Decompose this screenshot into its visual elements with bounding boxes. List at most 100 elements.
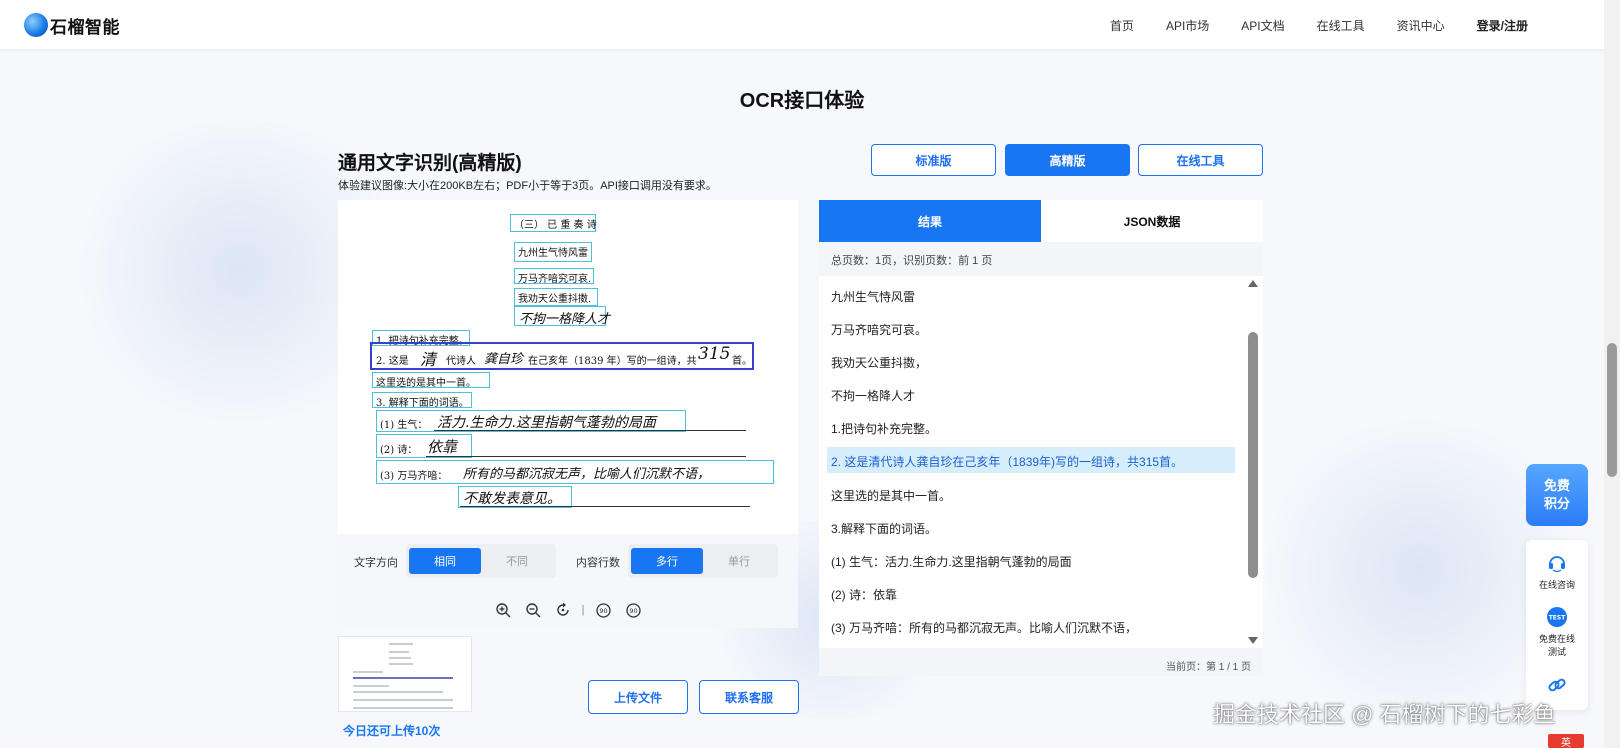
thumbnail-line [353, 699, 453, 701]
logo[interactable]: 石榴智能 [24, 12, 120, 38]
document-preview[interactable]: （三） 已 重 奏 诗 九州生气恃风雷 万马齐喑究可哀. 我劝天公重抖擞. 不拘… [338, 200, 798, 534]
rows-label: 内容行数 [576, 557, 620, 569]
login-register-link[interactable]: 登录/注册 [1477, 17, 1528, 34]
direction-different-option[interactable]: 不同 [481, 548, 553, 574]
result-line[interactable]: 万马齐喑究可哀。 [827, 315, 1235, 341]
rows-toggle: 多行 单行 [628, 544, 778, 578]
online-consult-label: 在线咨询 [1538, 580, 1575, 590]
rotate-icon[interactable] [554, 601, 572, 619]
zoom-in-icon[interactable] [494, 601, 512, 619]
zoom-toolbar: | 90 90 [338, 592, 798, 628]
free-online-test-button[interactable]: TEST 免费在线 测试 [1526, 606, 1588, 658]
result-line[interactable]: 我劝天公重抖擞， [827, 348, 1235, 374]
online-tool-button[interactable]: 在线工具 [1138, 144, 1263, 176]
thumbnail-line [389, 657, 411, 659]
link-icon [1546, 674, 1568, 696]
result-line[interactable]: 3.解释下面的词语。 [827, 514, 1235, 540]
nav-news[interactable]: 资讯中心 [1397, 17, 1445, 34]
nav-api-docs[interactable]: API文档 [1241, 17, 1284, 34]
scroll-down-arrow-icon[interactable] [1248, 637, 1258, 644]
section-title: 通用文字识别(高精版) [338, 153, 522, 174]
floating-toolbar: 在线咨询 TEST 免费在线 测试 [1526, 540, 1588, 710]
tab-json-data[interactable]: JSON数据 [1041, 200, 1263, 242]
result-line-highlighted[interactable]: 2. 这是清代诗人龚自珍在己亥年（1839年)写的一组诗，共315首。 [827, 447, 1235, 473]
ocr-box: (2) 诗： 依靠 [376, 434, 472, 458]
thumbnail-line [353, 707, 453, 709]
rows-single-option[interactable]: 单行 [703, 548, 775, 574]
result-panel: 结果 JSON数据 总页数：1页，识别页数：前 1 页 九州生气恃风雷 万马齐喑… [819, 200, 1263, 676]
top-header: 石榴智能 首页 API市场 API文档 在线工具 资讯中心 登录/注册 [0, 0, 1604, 50]
direction-label: 文字方向 [354, 557, 398, 569]
answer-underline [434, 430, 746, 431]
page-scrollbar[interactable] [1604, 0, 1620, 748]
watermark: 掘金技术社区 @ 石榴树下的七彩鱼 [1213, 702, 1556, 727]
result-scrollbar[interactable] [1247, 276, 1259, 648]
ocr-box: (1) 生气： 活力.生命力.这里指朝气蓬勃的局面 [376, 410, 686, 432]
ocr-box: 不拘一格降人才 [514, 306, 610, 327]
ocr-box: 我劝天公重抖擞. [514, 288, 598, 306]
result-line[interactable]: 九州生气恃风雷 [827, 282, 1235, 308]
free-credit-label: 免费 积分 [1543, 478, 1570, 511]
main-nav: 首页 API市场 API文档 在线工具 资讯中心 登录/注册 [1078, 0, 1528, 50]
rotate-right-label: 90 [629, 607, 637, 615]
recognition-options: 文字方向 相同 不同 内容行数 多行 单行 [338, 534, 798, 592]
thumbnail-line [389, 643, 413, 645]
high-precision-button[interactable]: 高精版 [1005, 144, 1130, 176]
ocr-box: 万马齐喑究可哀. [514, 268, 594, 285]
ocr-box: (3) 万马齐喑： 所有的马都沉寂无声，比喻人们沉默不语， [376, 460, 774, 484]
result-text-list[interactable]: 九州生气恃风雷 万马齐喑究可哀。 我劝天公重抖擞， 不拘一格降人才 1.把诗句补… [819, 276, 1263, 648]
ocr-box: （三） 已 重 奏 诗 [510, 214, 597, 232]
rotate-right-90-icon[interactable]: 90 [624, 601, 642, 619]
thumbnail-line [353, 685, 389, 687]
answer-underline [426, 456, 746, 457]
result-line[interactable]: 不拘一格降人才 [827, 381, 1235, 407]
online-consult-button[interactable]: 在线咨询 [1526, 552, 1588, 591]
scroll-up-arrow-icon[interactable] [1248, 280, 1258, 287]
image-preview-panel: （三） 已 重 奏 诗 九州生气恃风雷 万马齐喑究可哀. 我劝天公重抖擞. 不拘… [338, 200, 798, 628]
page-title: OCR接口体验 [739, 90, 865, 112]
headset-icon [1546, 552, 1568, 574]
rows-multi-option[interactable]: 多行 [631, 548, 703, 574]
zoom-out-icon[interactable] [524, 601, 542, 619]
ocr-box: 九州生气恃风雷 [514, 242, 592, 262]
result-line[interactable]: (1) 生气：活力.生命力.这里指朝气蓬勃的局面 [827, 547, 1235, 573]
direction-toggle: 相同 不同 [406, 544, 556, 578]
logo-text: 石榴智能 [50, 17, 120, 37]
answer-underline [460, 506, 750, 507]
thumbnail-line [389, 663, 413, 665]
result-scrollbar-thumb[interactable] [1248, 332, 1258, 578]
direction-same-option[interactable]: 相同 [409, 548, 481, 574]
result-tabs: 结果 JSON数据 [819, 200, 1263, 242]
page-scrollbar-thumb[interactable] [1607, 343, 1617, 477]
rotate-left-label: 90 [599, 607, 607, 615]
page-summary: 总页数：1页，识别页数：前 1 页 [819, 242, 1263, 276]
thumbnail-line [353, 677, 453, 679]
ime-language-badge[interactable]: 英 [1548, 734, 1584, 748]
toolbar-separator: | [581, 604, 585, 616]
ocr-box: 这里选的是其中一首。 [372, 372, 490, 389]
page-thumbnail[interactable] [338, 636, 472, 712]
logo-icon [24, 13, 48, 37]
nav-api-market[interactable]: API市场 [1166, 17, 1209, 34]
nav-home[interactable]: 首页 [1110, 17, 1134, 34]
thumbnail-line [389, 651, 409, 653]
result-line[interactable]: 这里选的是其中一首。 [827, 481, 1235, 507]
page-indicator: 当前页：第 1 / 1 页 [819, 648, 1263, 676]
result-line[interactable]: (3) 万马齐喑：所有的马都沉寂无声。比喻人们沉默不语， [827, 613, 1235, 639]
rotate-left-90-icon[interactable]: 90 [594, 601, 612, 619]
free-online-test-label: 免费在线 测试 [1538, 634, 1575, 657]
result-line[interactable]: 1.把诗句补充完整。 [827, 414, 1235, 440]
nav-online-tools[interactable]: 在线工具 [1317, 17, 1365, 34]
test-badge-text: TEST [1549, 615, 1567, 622]
upload-file-button[interactable]: 上传文件 [588, 680, 688, 714]
standard-version-button[interactable]: 标准版 [871, 144, 996, 176]
upload-quota-text: 今日还可上传10次 [343, 724, 441, 738]
tab-result[interactable]: 结果 [819, 200, 1041, 242]
contact-support-button[interactable]: 联系客服 [699, 680, 799, 714]
free-credit-button[interactable]: 免费 积分 [1526, 464, 1588, 526]
thumbnail-line [353, 691, 443, 693]
ocr-box-selected[interactable]: 2. 这是 清 代诗人 龚自珍 在己亥年（1839 年）写的一组诗，共 315 … [370, 342, 754, 370]
thumbnail-line [353, 671, 383, 673]
ocr-box: 不敢发表意见。 [458, 486, 572, 508]
result-line[interactable]: (2) 诗：依靠 [827, 580, 1235, 606]
